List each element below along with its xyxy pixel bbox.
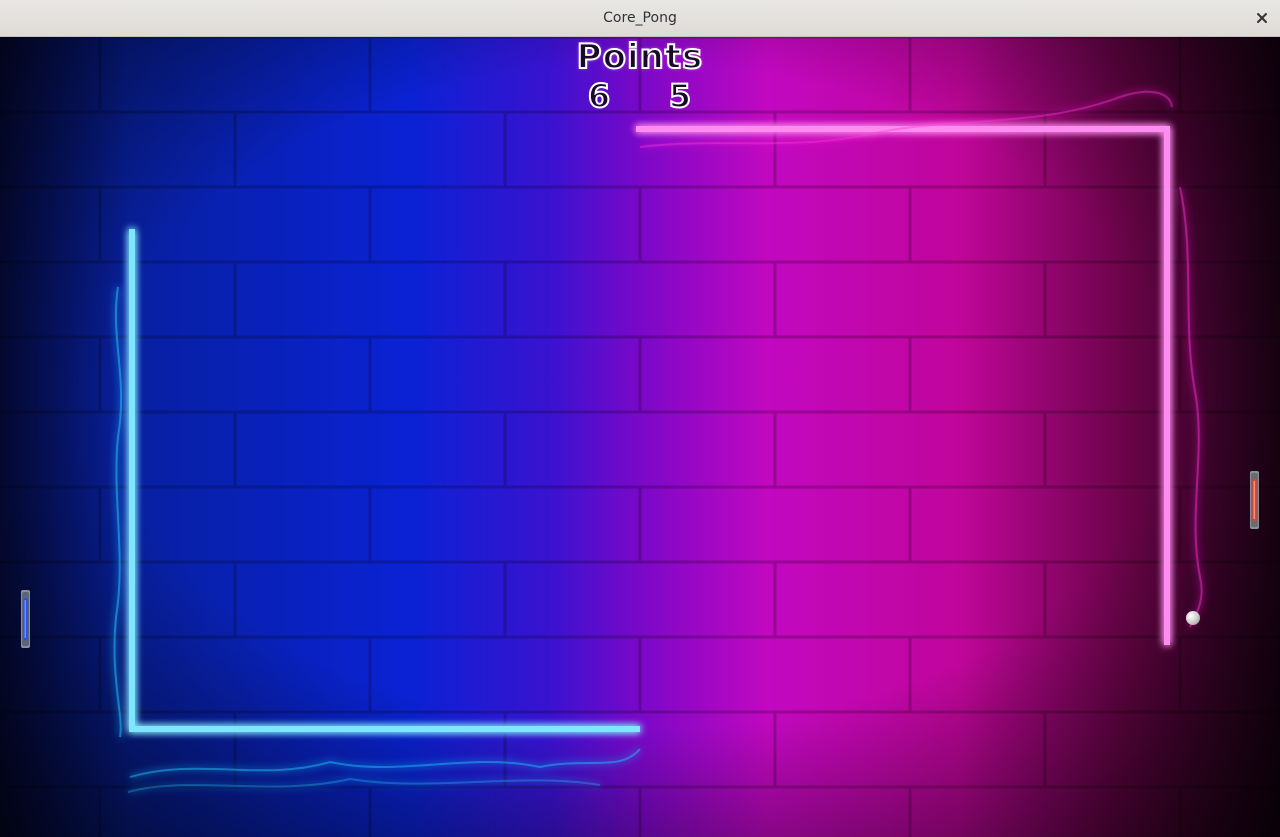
game-area: Points 6 5: [0, 37, 1280, 837]
close-button[interactable]: [1250, 6, 1274, 30]
right-score: 5: [668, 76, 692, 116]
neon-brick-background: [0, 37, 1280, 837]
left-paddle: [21, 590, 30, 648]
left-score: 6: [587, 76, 611, 116]
close-icon: [1257, 13, 1267, 23]
window-title: Core_Pong: [603, 10, 677, 26]
ball: [1186, 611, 1200, 625]
score-title: Points: [576, 37, 704, 78]
title-bar: Core_Pong: [0, 0, 1280, 37]
app-window: Core_Pong Points 6 5: [0, 0, 1280, 837]
right-paddle: [1250, 471, 1259, 529]
